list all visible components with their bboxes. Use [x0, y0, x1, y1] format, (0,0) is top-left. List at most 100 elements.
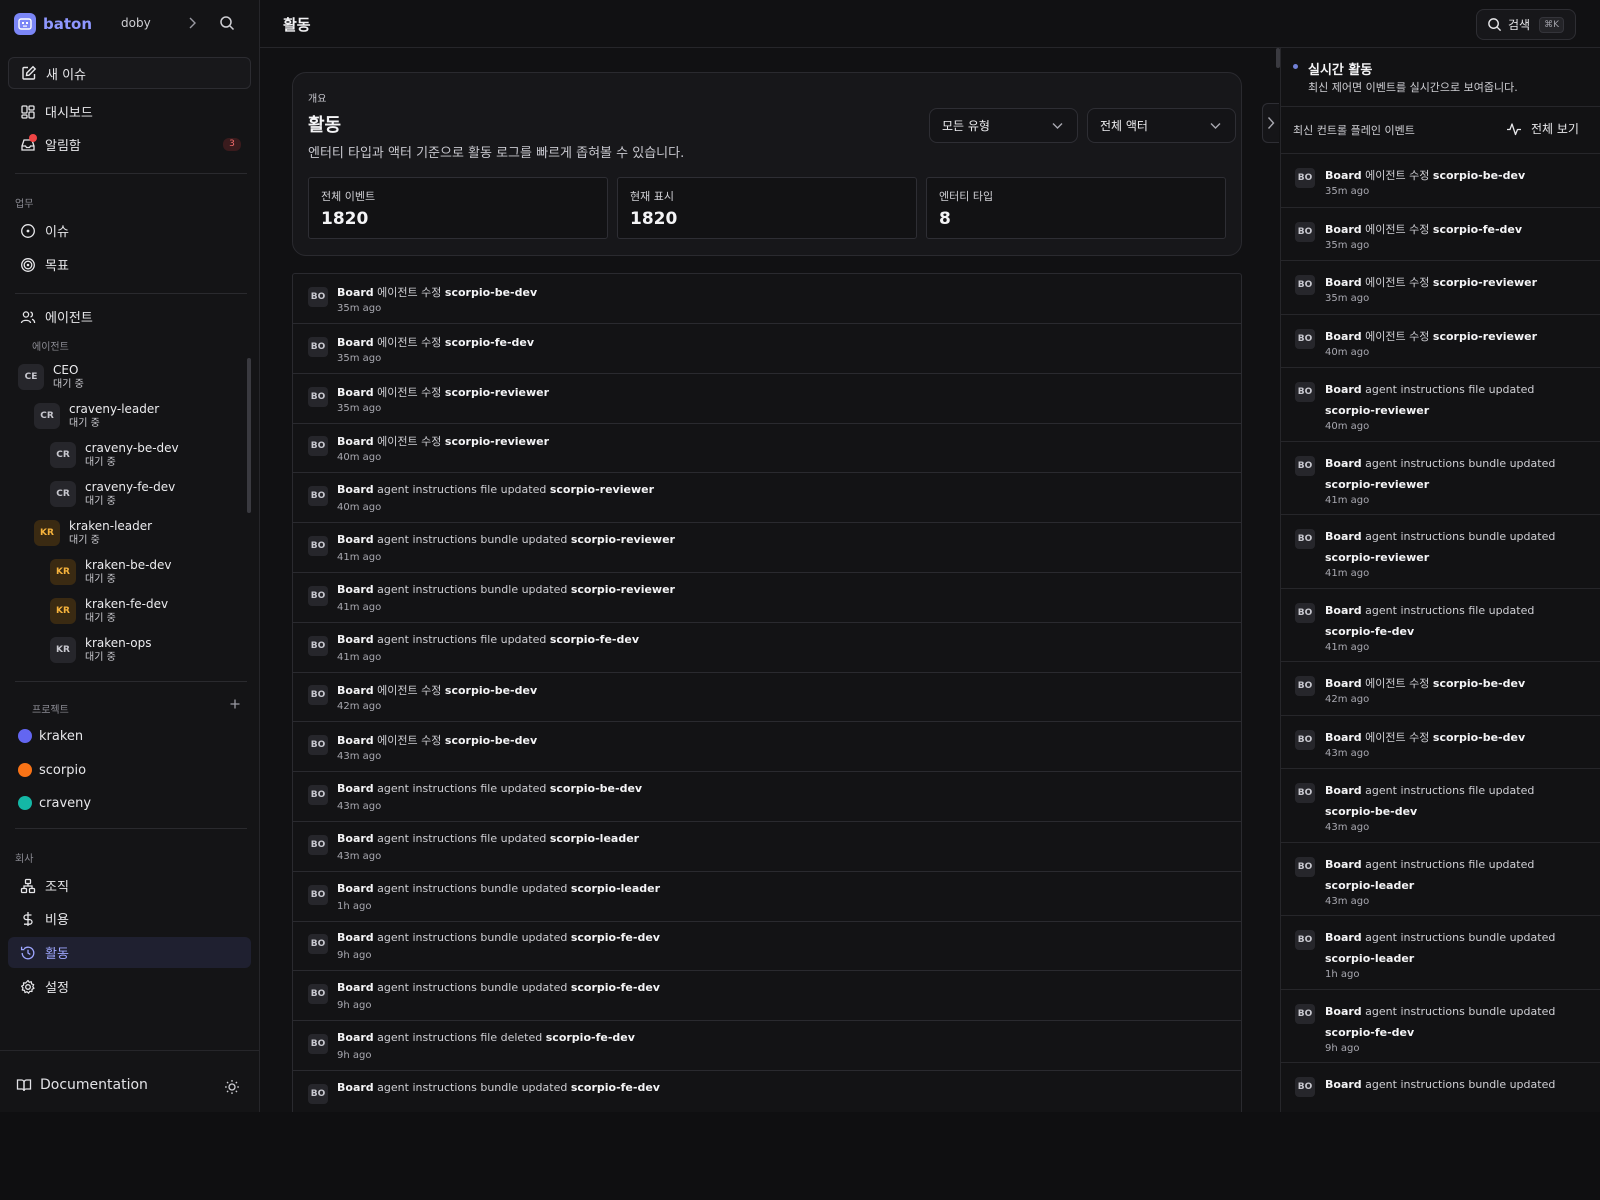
live-event-row[interactable]: BO Board agent instructions bundle update…: [1281, 990, 1600, 1063]
sidebar-item-issues[interactable]: 이슈: [8, 215, 251, 246]
event-target[interactable]: scorpio-fe-dev: [1325, 1026, 1414, 1039]
activity-target[interactable]: scorpio-reviewer: [571, 583, 675, 596]
documentation-link[interactable]: Documentation: [16, 1077, 148, 1093]
company-switcher[interactable]: doby: [121, 16, 151, 30]
event-target[interactable]: scorpio-be-dev: [1433, 169, 1525, 182]
activity-target[interactable]: scorpio-leader: [550, 832, 639, 845]
sun-icon[interactable]: [224, 1079, 240, 1095]
activity-target[interactable]: scorpio-fe-dev: [445, 336, 534, 349]
activity-target[interactable]: scorpio-reviewer: [571, 533, 675, 546]
activity-target[interactable]: scorpio-fe-dev: [571, 981, 660, 994]
agent-item-kraken-leader[interactable]: KR kraken-leader 대기 중: [34, 515, 152, 551]
activity-target[interactable]: scorpio-reviewer: [445, 435, 549, 448]
activity-target[interactable]: scorpio-be-dev: [445, 286, 537, 299]
agent-item-kraken-fe-dev[interactable]: KR kraken-fe-dev 대기 중: [50, 593, 168, 629]
view-all-button[interactable]: 전체 보기: [1506, 120, 1579, 137]
activity-row[interactable]: BO Board agent instructions file updated …: [293, 623, 1241, 673]
activity-target[interactable]: scorpio-fe-dev: [550, 633, 639, 646]
actor-select[interactable]: 전체 액터: [1087, 108, 1236, 143]
live-event-row[interactable]: BO Board agent instructions file updated s…: [1281, 589, 1600, 662]
sidebar-item-settings[interactable]: 설정: [8, 971, 251, 1002]
live-event-row[interactable]: BO Board 에이전트 수정 scorpio-fe-dev 35m ago: [1281, 208, 1600, 261]
activity-row[interactable]: BO Board 에이전트 수정 scorpio-be-dev 42m ago: [293, 672, 1241, 723]
event-target[interactable]: scorpio-reviewer: [1325, 404, 1429, 417]
sidebar-item-inbox[interactable]: 알림함 3: [8, 129, 251, 160]
activity-row[interactable]: BO Board agent instructions bundle update…: [293, 921, 1241, 972]
agent-tree-scrollbar[interactable]: [247, 358, 251, 513]
brand-name[interactable]: baton: [43, 15, 92, 33]
activity-row[interactable]: BO Board agent instructions file updated …: [293, 473, 1241, 524]
agent-item-craveny-fe-dev[interactable]: CR craveny-fe-dev 대기 중: [50, 476, 175, 512]
activity-row[interactable]: BO Board 에이전트 수정 scorpio-reviewer 35m ago: [293, 374, 1241, 424]
event-target[interactable]: scorpio-leader: [1325, 879, 1414, 892]
event-time: 35m ago: [1325, 239, 1370, 251]
activity-row[interactable]: BO Board agent instructions bundle update…: [293, 872, 1241, 922]
sidebar-item-org[interactable]: 조직: [8, 870, 251, 901]
event-target[interactable]: scorpio-be-dev: [1433, 731, 1525, 744]
activity-target[interactable]: scorpio-be-dev: [550, 782, 642, 795]
live-event-row[interactable]: BO Board 에이전트 수정 scorpio-reviewer 35m ago: [1281, 261, 1600, 315]
activity-row[interactable]: BO Board agent instructions bundle update…: [293, 523, 1241, 573]
agent-tree[interactable]: CE CEO 대기 중 CR craveny-leader 대기 중 CR crav…: [0, 356, 252, 681]
event-target[interactable]: scorpio-fe-dev: [1433, 223, 1522, 236]
event-target[interactable]: scorpio-reviewer: [1325, 478, 1429, 491]
activity-target[interactable]: scorpio-fe-dev: [546, 1031, 635, 1044]
activity-row[interactable]: BO Board agent instructions bundle update…: [293, 573, 1241, 623]
live-event-row[interactable]: BO Board agent instructions file updated s…: [1281, 843, 1600, 916]
event-target[interactable]: scorpio-fe-dev: [1325, 625, 1414, 638]
baton-logo-icon[interactable]: [14, 12, 36, 35]
activity-target[interactable]: scorpio-be-dev: [445, 684, 537, 697]
global-search-button[interactable]: 검색 ⌘K: [1476, 9, 1576, 40]
event-target[interactable]: scorpio-be-dev: [1433, 677, 1525, 690]
activity-target[interactable]: scorpio-fe-dev: [571, 1081, 660, 1094]
sidebar-item-costs[interactable]: 비용: [8, 903, 251, 934]
new-issue-button[interactable]: 새 이슈: [8, 57, 251, 89]
plus-icon[interactable]: [229, 698, 241, 710]
entity-type-select[interactable]: 모든 유형: [929, 108, 1078, 143]
agent-item-ceo[interactable]: CE CEO 대기 중: [18, 359, 84, 395]
activity-row[interactable]: BO Board agent instructions file updated …: [293, 822, 1241, 872]
live-event-row[interactable]: BO Board 에이전트 수정 scorpio-be-dev 43m ago: [1281, 716, 1600, 769]
activity-target[interactable]: scorpio-fe-dev: [571, 931, 660, 944]
activity-row[interactable]: BO Board agent instructions file deleted …: [293, 1021, 1241, 1071]
activity-target[interactable]: scorpio-leader: [571, 882, 660, 895]
chevron-right-icon[interactable]: [187, 16, 197, 30]
activity-row[interactable]: BO Board agent instructions bundle update…: [293, 1071, 1241, 1112]
live-event-row[interactable]: BO Board 에이전트 수정 scorpio-be-dev 42m ago: [1281, 662, 1600, 716]
agent-item-craveny-be-dev[interactable]: CR craveny-be-dev 대기 중: [50, 437, 179, 473]
live-event-row[interactable]: BO Board 에이전트 수정 scorpio-reviewer 40m ago: [1281, 315, 1600, 368]
event-target[interactable]: scorpio-reviewer: [1433, 276, 1537, 289]
activity-target[interactable]: scorpio-reviewer: [550, 483, 654, 496]
live-event-row[interactable]: BO Board agent instructions bundle update…: [1281, 1063, 1600, 1112]
sidebar-item-agents[interactable]: 에이전트: [8, 301, 251, 332]
sidebar-item-activity[interactable]: 활동: [8, 937, 251, 968]
activity-row[interactable]: BO Board 에이전트 수정 scorpio-be-dev 43m ago: [293, 722, 1241, 773]
project-item-scorpio[interactable]: scorpio: [18, 755, 86, 785]
event-target[interactable]: scorpio-reviewer: [1325, 551, 1429, 564]
live-event-row[interactable]: BO Board 에이전트 수정 scorpio-be-dev 35m ago: [1281, 154, 1600, 208]
activity-row[interactable]: BO Board agent instructions bundle update…: [293, 971, 1241, 1022]
activity-row[interactable]: BO Board agent instructions file updated …: [293, 772, 1241, 822]
activity-target[interactable]: scorpio-be-dev: [445, 734, 537, 747]
activity-row[interactable]: BO Board 에이전트 수정 scorpio-fe-dev 35m ago: [293, 324, 1241, 374]
live-event-row[interactable]: BO Board agent instructions bundle update…: [1281, 515, 1600, 589]
live-event-row[interactable]: BO Board agent instructions file updated s…: [1281, 769, 1600, 843]
sidebar-item-dashboard[interactable]: 대시보드: [8, 96, 251, 127]
sidebar-item-goals[interactable]: 목표: [8, 249, 251, 280]
activity-row[interactable]: BO Board 에이전트 수정 scorpio-reviewer 40m ago: [293, 423, 1241, 474]
activity-target[interactable]: scorpio-reviewer: [445, 386, 549, 399]
live-event-row[interactable]: BO Board agent instructions bundle update…: [1281, 442, 1600, 515]
live-event-row[interactable]: BO Board agent instructions bundle update…: [1281, 916, 1600, 990]
live-event-row[interactable]: BO Board agent instructions file updated s…: [1281, 368, 1600, 442]
event-target[interactable]: scorpio-be-dev: [1325, 805, 1417, 818]
event-target[interactable]: scorpio-leader: [1325, 952, 1414, 965]
search-icon[interactable]: [219, 15, 235, 31]
activity-row[interactable]: BO Board 에이전트 수정 scorpio-be-dev 35m ago: [293, 274, 1241, 324]
agent-item-kraken-ops[interactable]: KR kraken-ops 대기 중: [50, 632, 152, 668]
collapse-panel-button[interactable]: [1262, 103, 1279, 143]
project-item-kraken[interactable]: kraken: [18, 721, 83, 751]
agent-item-kraken-be-dev[interactable]: KR kraken-be-dev 대기 중: [50, 554, 172, 590]
agent-item-craveny-leader[interactable]: CR craveny-leader 대기 중: [34, 398, 159, 434]
event-target[interactable]: scorpio-reviewer: [1433, 330, 1537, 343]
project-item-craveny[interactable]: craveny: [18, 788, 91, 818]
